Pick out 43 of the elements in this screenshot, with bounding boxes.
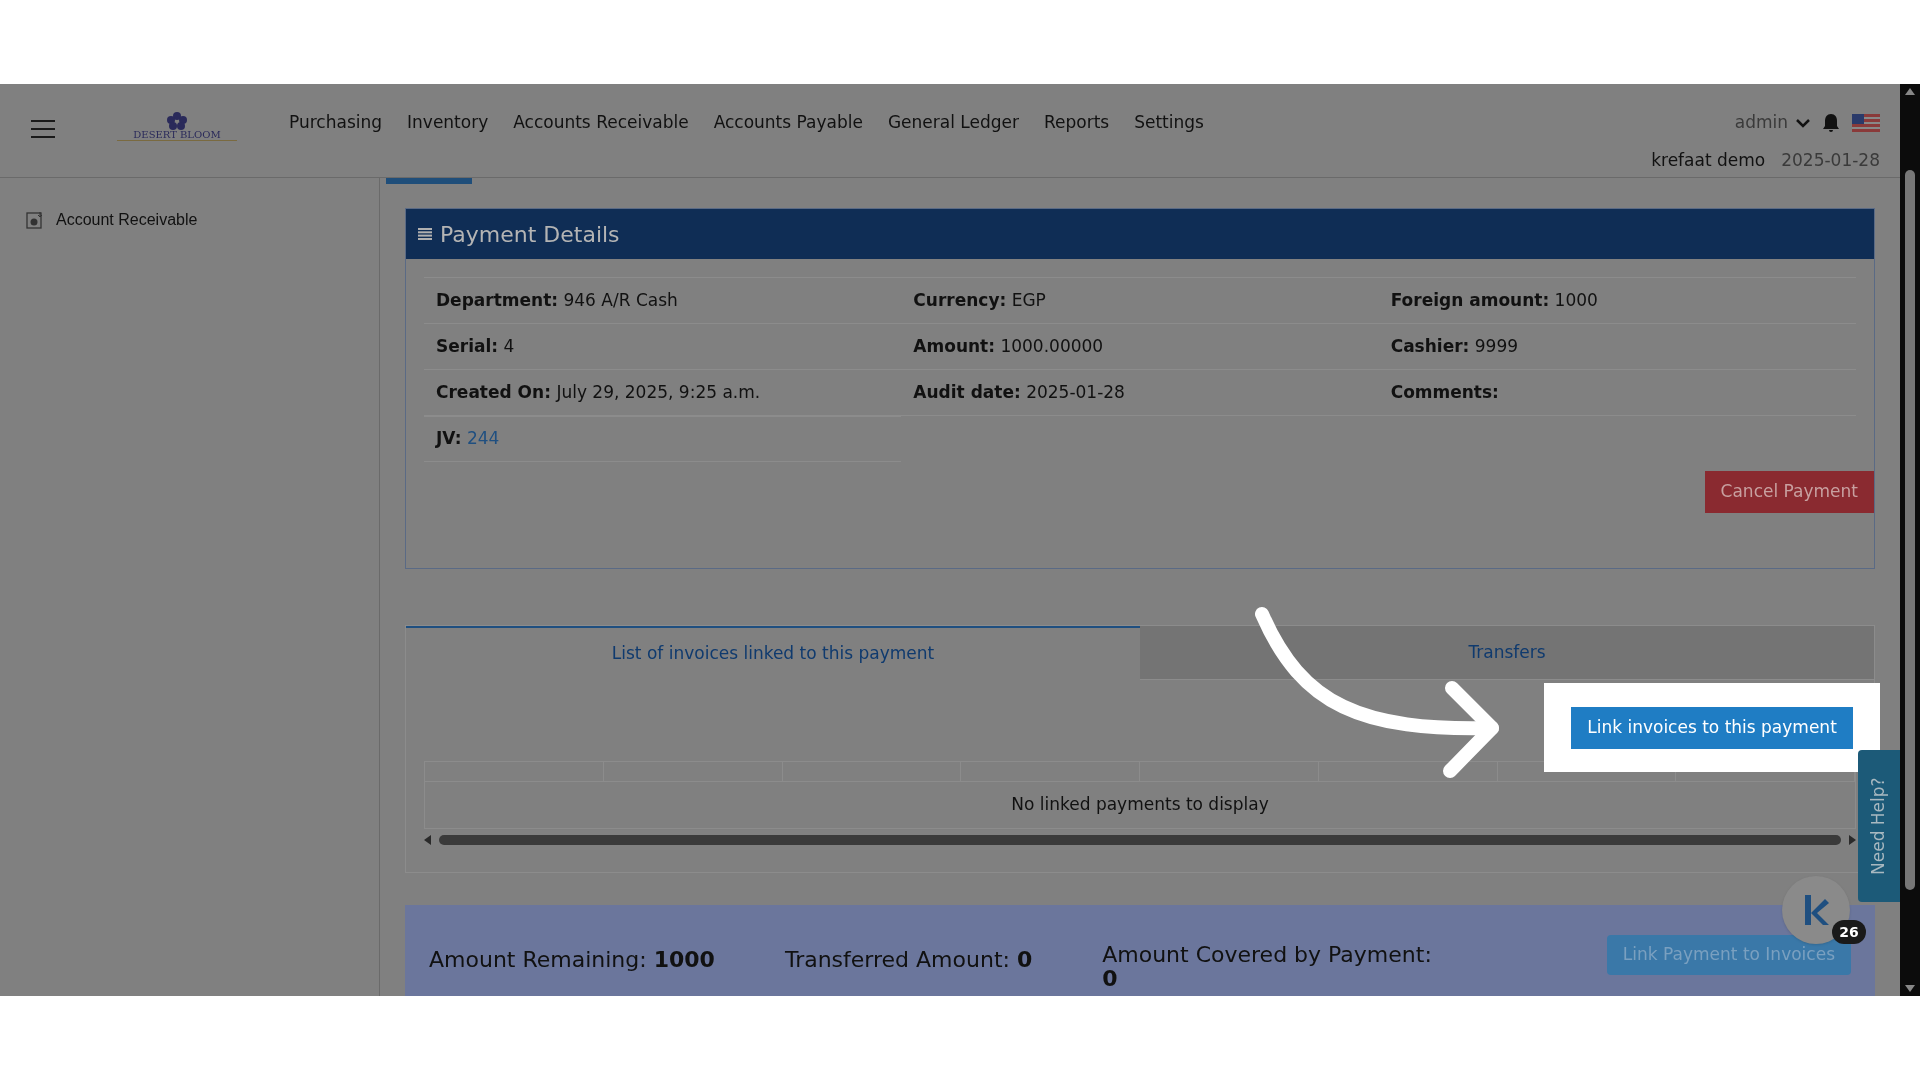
field-text: Audit date: 2025-01-28 bbox=[913, 380, 1125, 404]
nav-link[interactable]: Reports bbox=[1043, 110, 1110, 136]
field-text: JV: 244 bbox=[436, 427, 500, 451]
field-text: Comments: bbox=[1390, 380, 1499, 404]
summary-text: Amount Remaining: 1000 bbox=[429, 946, 715, 974]
scroll-up-icon[interactable] bbox=[1905, 88, 1915, 95]
field-text: Cashier: 9999 bbox=[1390, 334, 1519, 358]
cancel-payment-button[interactable]: Cancel Payment bbox=[1704, 471, 1874, 513]
panel-title: Payment Details bbox=[440, 220, 620, 249]
user-menu[interactable]: admin bbox=[1734, 110, 1810, 136]
menu-icon[interactable] bbox=[31, 120, 55, 138]
scroll-left-icon[interactable] bbox=[424, 835, 431, 845]
page-scrollbar-thumb[interactable] bbox=[1905, 170, 1915, 890]
tab[interactable]: Transfers bbox=[1140, 626, 1874, 680]
nav-link[interactable]: Settings bbox=[1134, 110, 1204, 136]
chevron-down-icon bbox=[1796, 117, 1810, 128]
date-text: 2025-01-28 bbox=[1781, 148, 1880, 172]
summary-text: Transferred Amount: 0 bbox=[784, 946, 1033, 974]
scroll-down-icon[interactable] bbox=[1905, 985, 1915, 992]
company-name: krefaat demo bbox=[1651, 148, 1766, 172]
summary-text: Amount Covered by Payment: 0 bbox=[1102, 943, 1433, 992]
field-text: Department: 946 A/R Cash bbox=[436, 288, 678, 312]
nav-link[interactable]: Purchasing bbox=[289, 110, 383, 136]
field-text: Foreign amount: 1000 bbox=[1390, 288, 1598, 312]
scrollbar-thumb[interactable] bbox=[439, 835, 1841, 845]
field-text: Serial: 4 bbox=[436, 334, 515, 358]
field-text: Amount: 1000.00000 bbox=[913, 334, 1104, 358]
field-text: Created On: July 29, 2025, 9:25 a.m. bbox=[436, 380, 761, 404]
link-invoices-button[interactable]: Link invoices to this payment bbox=[1571, 706, 1853, 749]
nav-link[interactable]: General Ledger bbox=[887, 110, 1019, 136]
nav-link[interactable]: Inventory bbox=[407, 110, 489, 136]
logo-text: DESERT BLOOM bbox=[117, 130, 237, 141]
flag-icon[interactable] bbox=[1852, 113, 1880, 132]
sidebar-item[interactable]: Account Receivable bbox=[26, 208, 379, 232]
nav-link[interactable]: Accounts Payable bbox=[713, 110, 863, 136]
empty-message: No linked payments to display bbox=[1010, 793, 1270, 817]
need-help-tab[interactable]: Need Help? bbox=[1858, 750, 1900, 902]
list-icon bbox=[418, 228, 432, 240]
flower-icon bbox=[164, 112, 190, 130]
field-text: Currency: EGP bbox=[913, 288, 1046, 312]
bell-icon[interactable] bbox=[1822, 112, 1840, 133]
nav-link[interactable]: Accounts Receivable bbox=[513, 110, 689, 136]
receivable-icon bbox=[26, 211, 44, 229]
